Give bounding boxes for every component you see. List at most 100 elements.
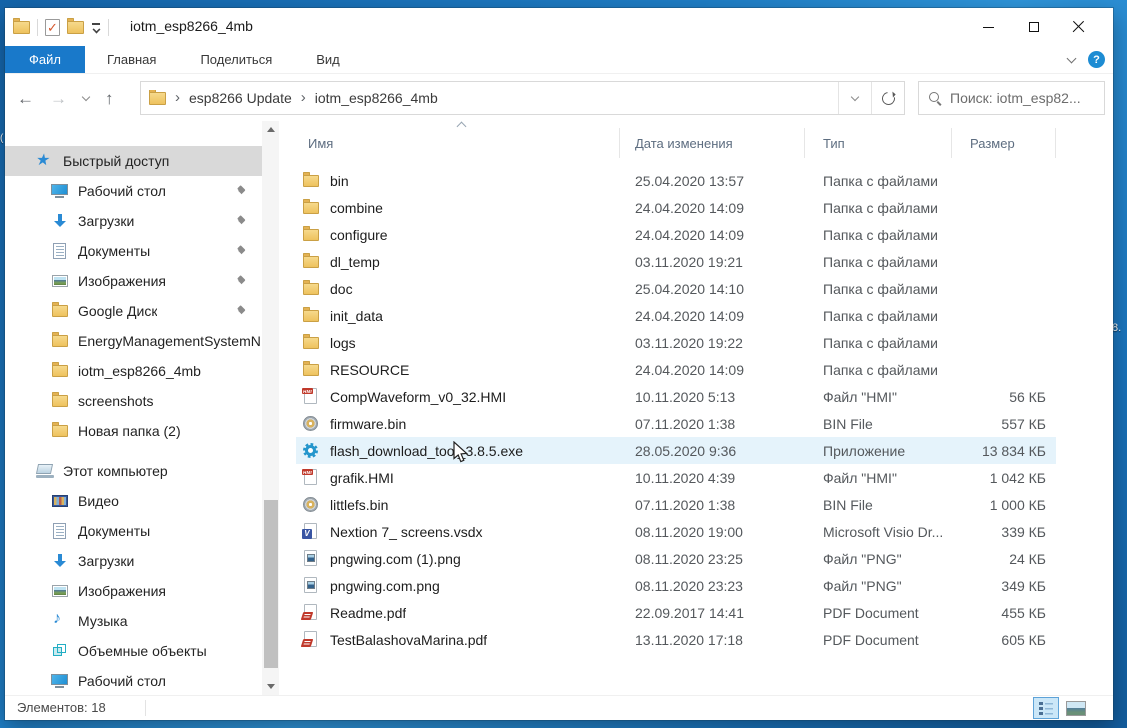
thumbnails-view-button[interactable] [1063,697,1089,719]
objects3d-icon [51,643,69,659]
location-folder-icon[interactable] [149,92,166,105]
file-row[interactable]: combine 24.04.2020 14:09 Папка с файлами [296,194,1056,221]
new-folder-icon[interactable] [67,21,84,34]
sidebar-item-folder[interactable]: screenshots [5,386,262,416]
customize-toolbar-icon[interactable] [91,23,101,32]
file-row[interactable]: logs 03.11.2020 19:22 Папка с файлами [296,329,1056,356]
sidebar-item-music[interactable]: Музыка [5,606,262,636]
app-folder-icon[interactable] [13,21,30,34]
sidebar-item-label: Документы [78,243,150,259]
close-button[interactable] [1056,8,1101,46]
file-type: BIN File [805,416,952,432]
file-type: Папка с файлами [805,308,952,324]
sidebar-item-pictures[interactable]: Изображения [5,266,262,296]
file-date: 13.11.2020 17:18 [620,632,805,648]
divider [37,19,38,36]
folder-icon [51,393,69,409]
sidebar-item-desktop[interactable]: Рабочий стол [5,666,262,695]
up-button[interactable]: ↑ [105,90,114,107]
sidebar-item-downloads[interactable]: Загрузки [5,546,262,576]
breadcrumb-item-current[interactable]: iotm_esp8266_4mb [315,90,438,106]
hmi-file-icon [302,388,320,405]
details-view-button[interactable] [1033,697,1059,719]
quick-access-toolbar [13,15,109,39]
file-list: Имя Дата изменения Тип Размер bin 25.04.… [296,121,1056,695]
sidebar-item-folder[interactable]: Google Диск [5,296,262,326]
folder-file-icon [302,226,320,243]
sidebar-item-objects3d[interactable]: Объемные объекты [5,636,262,666]
file-row[interactable]: firmware.bin 07.11.2020 1:38 BIN File 55… [296,410,1056,437]
sidebar-item-computer[interactable]: Этот компьютер [5,456,262,486]
file-row[interactable]: init_data 24.04.2020 14:09 Папка с файла… [296,302,1056,329]
sidebar-item-documents[interactable]: Документы [5,516,262,546]
file-row[interactable]: pngwing.com (1).png 08.11.2020 23:25 Фай… [296,545,1056,572]
file-row[interactable]: TestBalashovaMarina.pdf 13.11.2020 17:18… [296,626,1056,653]
pin-icon [235,306,246,317]
file-row[interactable]: grafik.HMI 10.11.2020 4:39 Файл "HMI" 1 … [296,464,1056,491]
file-row[interactable]: CompWaveform_v0_32.HMI 10.11.2020 5:13 Ф… [296,383,1056,410]
file-row[interactable]: pngwing.com.png 08.11.2020 23:23 Файл "P… [296,572,1056,599]
file-date: 24.04.2020 14:09 [620,200,805,216]
tab-home[interactable]: Главная [85,46,178,73]
search-input[interactable] [950,90,1094,106]
file-row[interactable]: doc 25.04.2020 14:10 Папка с файлами [296,275,1056,302]
file-type: Папка с файлами [805,281,952,297]
sidebar-item-folder[interactable]: iotm_esp8266_4mb [5,356,262,386]
sidebar-scrollbar[interactable] [262,121,279,695]
column-header-size[interactable]: Размер [952,128,1056,158]
address-dropdown-button[interactable] [838,82,871,114]
folder-file-icon [302,253,320,270]
scroll-down-button[interactable] [262,678,279,695]
folder-file-icon [302,361,320,378]
sidebar-item-folder[interactable]: EnergyManagementSystemN [5,326,262,356]
recent-locations-icon[interactable] [82,93,90,101]
search-box[interactable] [918,81,1105,115]
sidebar-item-video[interactable]: Видео [5,486,262,516]
column-header-name[interactable]: Имя [296,128,620,158]
file-row[interactable]: flash_download_tool_3.8.5.exe 28.05.2020… [296,437,1056,464]
address-bar[interactable]: › esp8266 Update › iotm_esp8266_4mb [140,81,905,115]
scroll-up-button[interactable] [262,121,279,138]
file-row[interactable]: RESOURCE 24.04.2020 14:09 Папка с файлам… [296,356,1056,383]
maximize-button[interactable] [1011,8,1056,46]
sidebar-item-label: Google Диск [78,303,157,319]
tab-share[interactable]: Поделиться [178,46,294,73]
sidebar-item-downloads[interactable]: Загрузки [5,206,262,236]
sidebar-item-folder[interactable]: Новая папка (2) [5,416,262,446]
tab-view[interactable]: Вид [294,46,362,73]
file-row[interactable]: dl_temp 03.11.2020 19:21 Папка с файлами [296,248,1056,275]
file-row[interactable]: configure 24.04.2020 14:09 Папка с файла… [296,221,1056,248]
file-type: Файл "PNG" [805,551,952,567]
desktop-icon [51,183,69,199]
column-header-date[interactable]: Дата изменения [620,128,805,158]
minimize-button[interactable] [966,8,1011,46]
sidebar-item-documents[interactable]: Документы [5,236,262,266]
file-size: 605 КБ [952,632,1056,648]
file-row[interactable]: littlefs.bin 07.11.2020 1:38 BIN File 1 … [296,491,1056,518]
file-row[interactable]: bin 25.04.2020 13:57 Папка с файлами [296,167,1056,194]
file-type: Microsoft Visio Dr... [805,524,952,540]
file-name: logs [330,335,356,351]
expand-ribbon-icon[interactable] [1067,53,1077,63]
breadcrumb-item-parent[interactable]: esp8266 Update [189,90,292,106]
refresh-button[interactable] [871,82,904,114]
folder-file-icon [302,307,320,324]
forward-button[interactable]: → [50,90,67,107]
file-row[interactable]: Nextion 7_ screens.vsdx 08.11.2020 19:00… [296,518,1056,545]
sidebar-item-label: Документы [78,523,150,539]
sidebar-item-label: Рабочий стол [78,673,166,689]
help-icon[interactable]: ? [1088,51,1105,68]
sidebar-item-pictures[interactable]: Изображения [5,576,262,606]
scrollbar-thumb[interactable] [264,500,278,668]
tab-file[interactable]: Файл [5,46,85,73]
column-header-type[interactable]: Тип [805,128,952,158]
back-button[interactable]: ← [17,90,34,107]
file-date: 24.04.2020 14:09 [620,362,805,378]
navigation-pane: Быстрый доступ Рабочий стол Загрузки Док… [5,121,262,695]
sidebar-item-quick-access[interactable]: Быстрый доступ [5,146,262,176]
sidebar-item-label: Загрузки [78,553,134,569]
sidebar-item-desktop[interactable]: Рабочий стол [5,176,262,206]
properties-check-icon[interactable] [45,19,60,36]
file-row[interactable]: Readme.pdf 22.09.2017 14:41 PDF Document… [296,599,1056,626]
file-name: Readme.pdf [330,605,406,621]
